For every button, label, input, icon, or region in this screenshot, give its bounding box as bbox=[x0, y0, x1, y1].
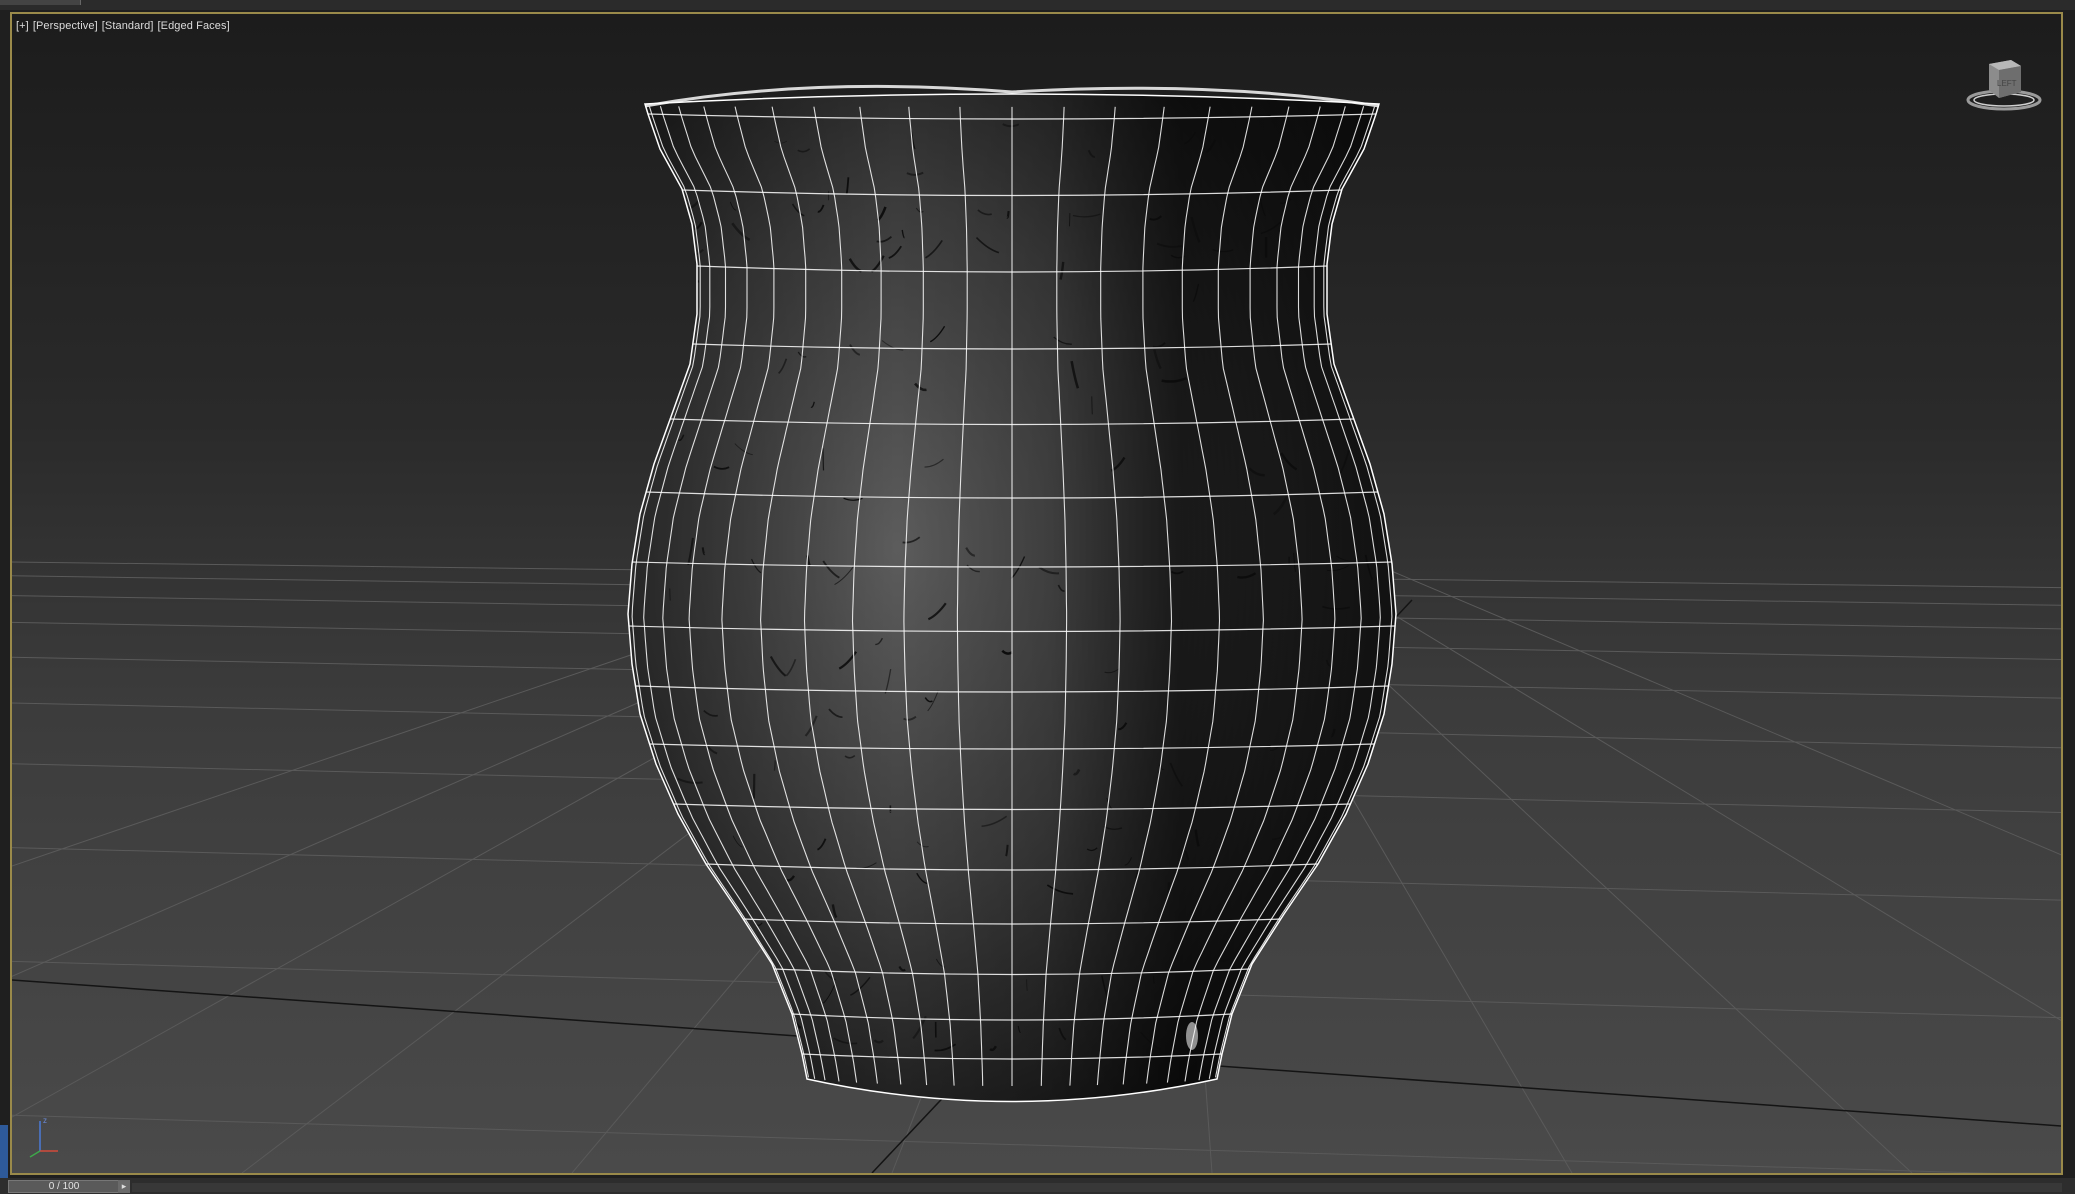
svg-text:z: z bbox=[43, 1116, 47, 1125]
viewport-view-menu[interactable]: [Perspective] bbox=[33, 20, 98, 32]
perspective-viewport[interactable]: [+] [Perspective] [Standard] [Edged Faces] … bbox=[10, 12, 2063, 1175]
viewcube-face-label: LEFT bbox=[1997, 79, 2017, 88]
left-edge-panel bbox=[0, 1125, 8, 1180]
vase-mesh[interactable] bbox=[627, 84, 1397, 1103]
viewport-plus-menu[interactable]: [+] bbox=[16, 20, 29, 32]
top-toolbar-strip bbox=[0, 0, 2075, 10]
viewcube-icon[interactable]: LEFT bbox=[1959, 50, 2049, 120]
grid-line bbox=[1365, 559, 2061, 856]
viewport-shading-menu[interactable]: [Standard] bbox=[102, 20, 154, 32]
time-slider-bar: 0 / 100 ▸ bbox=[0, 1178, 2075, 1194]
max-viewport-window: [+] [Perspective] [Standard] [Edged Faces] … bbox=[0, 0, 2075, 1194]
axis-tripod-icon: z bbox=[16, 1107, 76, 1167]
specular-highlight bbox=[1186, 1022, 1198, 1050]
grid-line bbox=[12, 1114, 1998, 1173]
track-bar[interactable] bbox=[132, 1183, 2062, 1192]
time-slider[interactable]: 0 / 100 bbox=[8, 1180, 120, 1193]
scene-canvas[interactable] bbox=[12, 14, 2061, 1173]
viewport-display-mode-menu[interactable]: [Edged Faces] bbox=[158, 20, 230, 32]
chevron-right-icon[interactable]: ▸ bbox=[118, 1180, 130, 1193]
grid-line bbox=[1303, 559, 2061, 1021]
top-tab[interactable] bbox=[0, 0, 81, 5]
viewport-label-menu: [+] [Perspective] [Standard] [Edged Faces] bbox=[16, 20, 234, 32]
